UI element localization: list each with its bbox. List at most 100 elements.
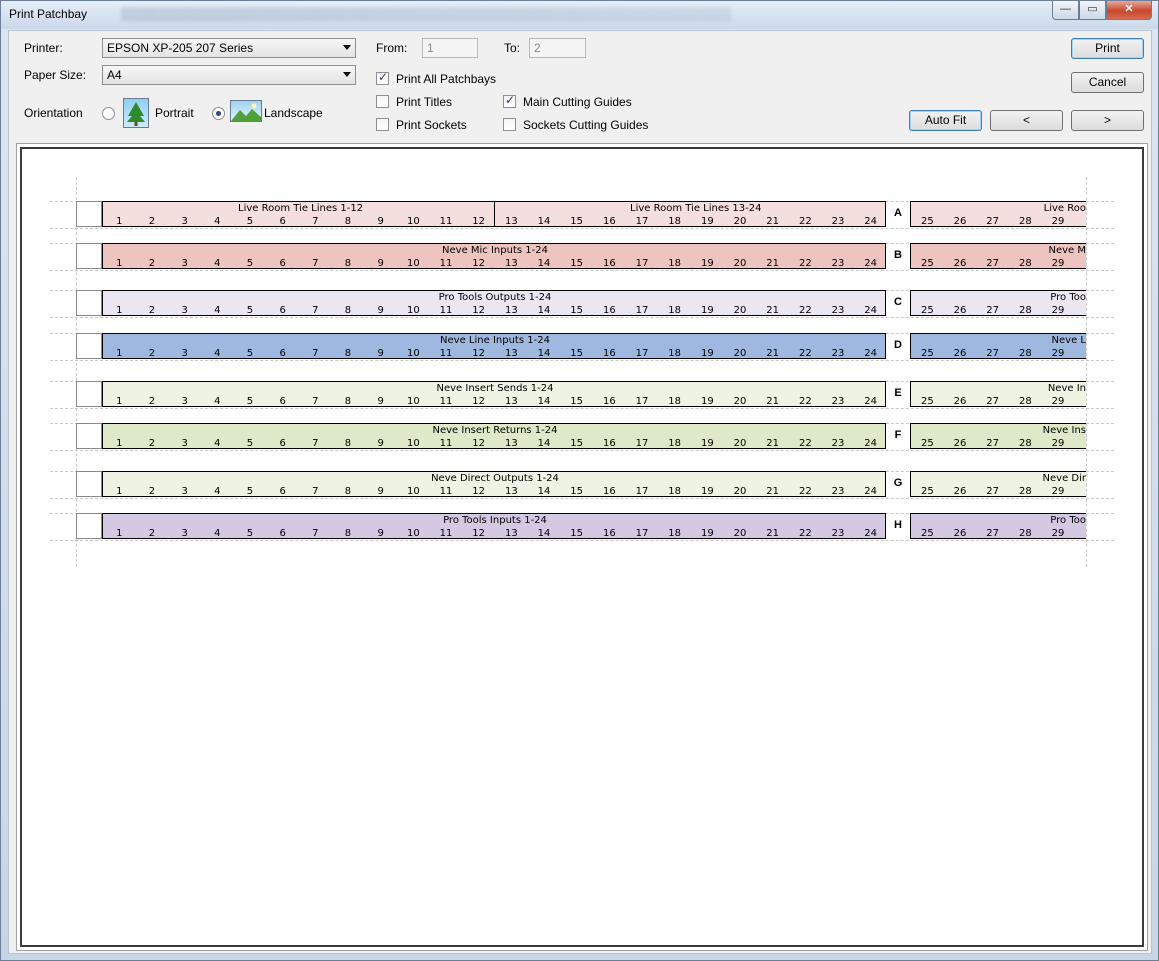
next-page-button[interactable]: > [1071,110,1144,131]
strip-title: Neve Insert Sends 1-24 [436,383,554,394]
title-bar[interactable]: Print Patchbay — ▭ ✕ [1,1,1158,29]
socket-number: 13 [504,348,518,359]
socket-number: 10 [406,348,420,359]
paper-size-dropdown[interactable]: A4 [102,65,356,85]
printer-value: EPSON XP-205 207 Series [107,41,254,55]
socket-number: 28 [1018,438,1032,449]
landscape-label: Landscape [264,106,323,120]
socket-number: 4 [214,486,221,497]
previous-page-button[interactable]: < [990,110,1063,131]
patchbay-strip-next-page: Neve M 25 26 27 28 29 3 [910,243,1086,269]
socket-number: 2 [148,528,156,539]
socket-number: 26 [953,216,967,227]
title-path-blurred [121,7,731,21]
cutting-guide-horizontal [50,317,1114,318]
to-page-input[interactable]: 2 [529,38,586,58]
socket-number: 29 [1051,528,1065,539]
socket-number: 23 [831,396,845,407]
socket-number: 1 [116,305,123,316]
maximize-icon[interactable]: ▭ [1079,1,1106,20]
socket-number: 13 [504,216,518,227]
landscape-radio[interactable] [212,107,225,120]
strip-title: Neve Insert Returns 1-24 [432,425,558,436]
socket-number: 18 [668,348,682,359]
socket-number: 15 [570,396,584,407]
socket-number: 18 [668,258,682,269]
portrait-tree-icon [123,98,149,128]
printer-dropdown[interactable]: EPSON XP-205 207 Series [102,38,356,58]
cancel-button[interactable]: Cancel [1071,72,1144,93]
socket-number: 2 [148,348,156,359]
socket-number: 8 [344,396,352,407]
socket-number: 2 [148,305,156,316]
socket-number: 7 [312,305,319,316]
socket-number: 12 [472,438,486,449]
cutting-guide-horizontal [50,360,1114,361]
patchbay-edge-stub [76,513,102,539]
socket-numbers: 1 2 3 4 5 6 7 8 9 10 11 12 13 14 15 16 17 18 19 20 21 22 23 24 [103,486,885,497]
sockets-cutting-guides-checkbox[interactable] [503,118,516,131]
socket-number: 24 [864,305,878,316]
socket-number: 21 [766,528,780,539]
socket-number: 21 [766,216,780,227]
socket-number: 17 [635,486,649,497]
socket-number: 7 [312,348,319,359]
patchbay-strip-next-page: Neve Ins 25 26 27 28 29 3 [910,423,1086,449]
socket-number: 24 [864,486,878,497]
socket-numbers: 25 26 27 28 29 3 [911,216,1086,227]
socket-number: 2 [148,258,156,269]
socket-number: 10 [406,438,420,449]
socket-number: 25 [920,486,934,497]
sockets-cutting-guides-label: Sockets Cutting Guides [523,118,649,132]
socket-number: 13 [504,396,518,407]
minimize-icon[interactable]: — [1052,1,1079,20]
print-titles-checkbox[interactable] [376,95,389,108]
close-icon[interactable]: ✕ [1106,1,1152,20]
from-page-input[interactable]: 1 [422,38,478,58]
socket-number: 29 [1051,305,1065,316]
socket-number: 22 [798,216,812,227]
socket-number: 16 [602,396,616,407]
cutting-guide-vertical [76,177,77,567]
socket-numbers: 25 26 27 28 29 3 [911,528,1086,539]
socket-number: 11 [439,348,453,359]
socket-numbers: 1 2 3 4 5 6 7 8 9 10 11 12 13 14 15 16 17 18 19 20 21 22 23 24 [103,396,885,407]
portrait-radio[interactable] [102,107,115,120]
socket-number: 9 [377,305,384,316]
socket-number: 13 [504,528,518,539]
print-sockets-checkbox[interactable] [376,118,389,131]
socket-number: 7 [312,258,319,269]
socket-numbers: 1 2 3 4 5 6 7 8 9 10 11 12 13 14 15 16 17 18 19 20 21 22 23 24 [103,216,885,227]
strip-title: Neve Direct Outputs 1-24 [431,473,559,484]
socket-number: 29 [1051,438,1065,449]
socket-number: 3 [181,216,188,227]
patchbay-strip-next-page: Neve Dir 25 26 27 28 29 3 [910,471,1086,497]
patchbay-edge-stub [76,471,102,497]
socket-number: 5 [246,528,254,539]
socket-number: 3 [181,348,188,359]
socket-number: 27 [986,486,1000,497]
strip-title: Neve Mic Inputs 1-24 [442,245,548,256]
socket-number: 17 [635,348,649,359]
cutting-guide-horizontal [50,408,1114,409]
socket-number: 25 [920,258,934,269]
socket-number: 11 [439,305,453,316]
socket-number: 11 [439,528,453,539]
print-button[interactable]: Print [1071,38,1144,59]
print-all-patchbays-checkbox[interactable] [376,70,389,85]
printer-label: Printer: [24,41,63,55]
main-cutting-guides-checkbox[interactable] [503,93,516,108]
socket-number: 3 [181,305,188,316]
row-letter: C [894,296,902,308]
socket-number: 23 [831,348,845,359]
socket-number: 21 [766,348,780,359]
auto-fit-button[interactable]: Auto Fit [909,110,982,131]
patchbay-edge-stub [76,290,102,316]
socket-number: 29 [1051,216,1065,227]
socket-number: 28 [1018,348,1032,359]
socket-number: 23 [831,528,845,539]
socket-number: 18 [668,486,682,497]
cutting-guide-horizontal [50,498,1114,499]
socket-number: 27 [986,216,1000,227]
socket-number: 4 [214,305,221,316]
